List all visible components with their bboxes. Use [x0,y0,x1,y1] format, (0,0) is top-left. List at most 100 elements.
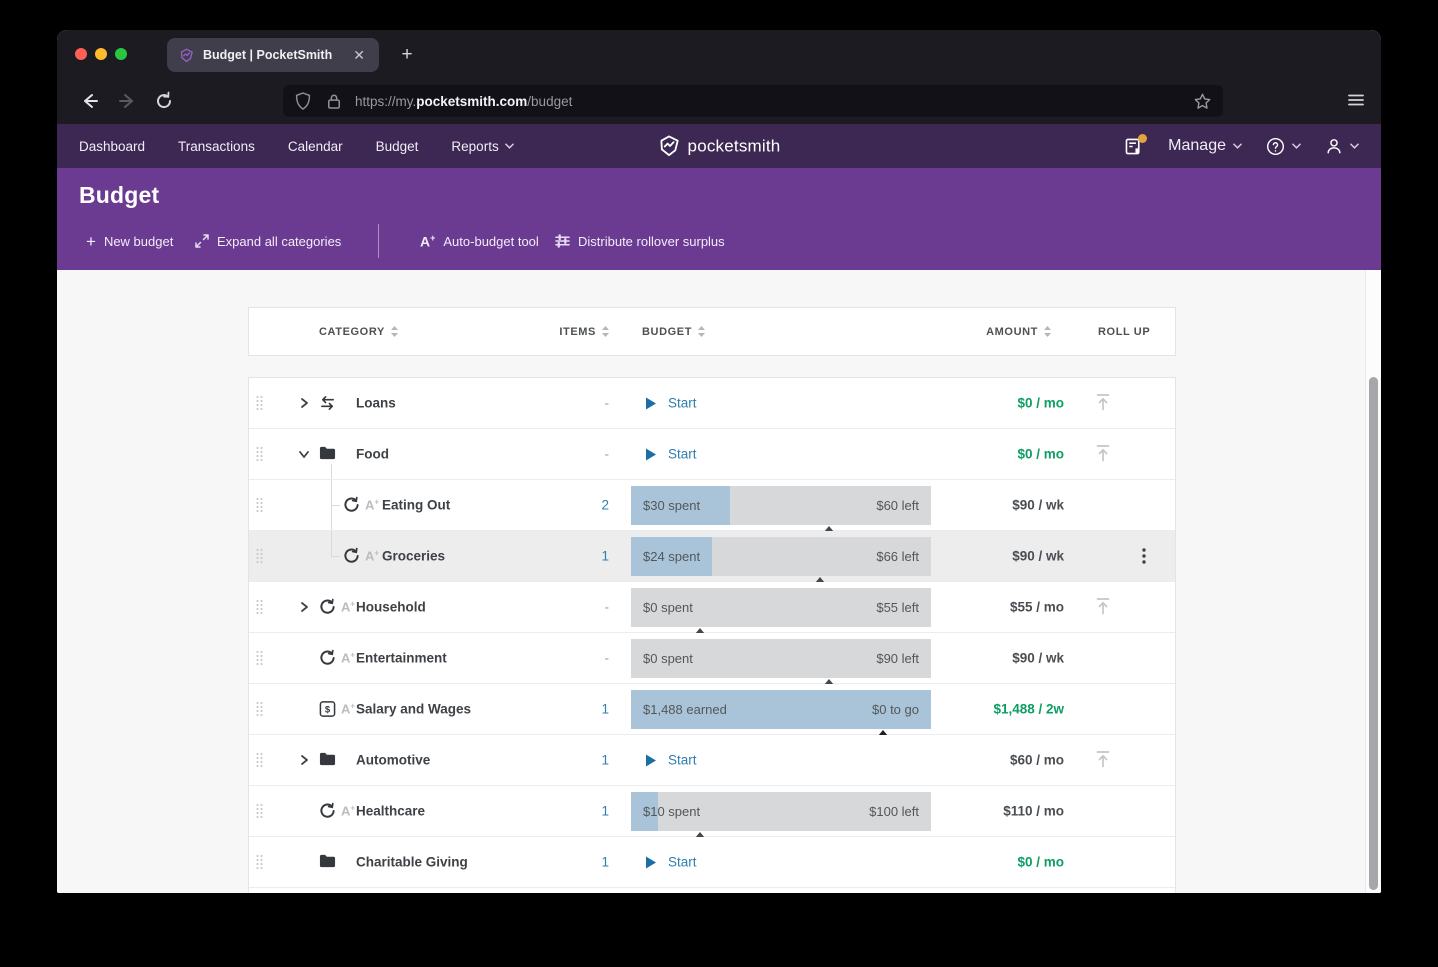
drag-handle-icon[interactable] [256,753,263,768]
drag-handle-icon[interactable] [256,855,263,870]
new-tab-button[interactable]: + [395,44,419,68]
back-arrow-icon[interactable] [80,91,100,111]
budget-start-link[interactable]: Start [646,396,697,411]
expand-chevron-icon[interactable] [298,397,310,409]
category-name[interactable]: Salary and Wages [356,702,471,717]
category-name[interactable]: Healthcare [356,804,425,819]
table-row[interactable]: $ Loans - Start $0 / mo [249,378,1175,429]
table-row[interactable]: $ A+ Entertainment - $0 spent $90 left $… [249,633,1175,684]
budget-progress-bar[interactable]: $0 spent $90 left [631,639,931,678]
drag-handle-icon[interactable] [256,498,263,513]
forward-arrow-icon[interactable] [117,91,137,111]
page-scrollbar[interactable] [1365,270,1381,893]
news-feed-icon[interactable] [1125,138,1144,155]
browser-tab-bar: Budget | PocketSmith ✕ + [57,30,1381,78]
category-name[interactable]: Household [356,600,426,615]
column-header-amount[interactable]: AMOUNT [939,308,1051,355]
category-icon: $ [343,497,360,514]
expand-chevron-icon[interactable] [298,754,310,766]
table-row[interactable]: $ A+ Eating Out 2 $30 spent $60 left $90… [249,480,1175,531]
browser-tab[interactable]: Budget | PocketSmith ✕ [167,38,379,72]
amount-value: $90 / wk [939,498,1064,513]
auto-budget-badge-icon: A+ [341,701,355,716]
items-count: - [549,396,609,411]
budget-start-link[interactable]: Start [646,855,697,870]
table-row[interactable]: $ A+ Household - $0 spent $55 left $55 /… [249,582,1175,633]
distribute-rollover-surplus-button[interactable]: Distribute rollover surplus [555,230,725,252]
category-icon: $ [319,701,336,718]
column-header-budget[interactable]: BUDGET [642,308,705,355]
budget-progress-bar[interactable]: $0 spent $55 left [631,588,931,627]
expand-chevron-icon[interactable] [298,601,310,613]
window-close-button[interactable] [75,48,87,60]
budget-progress-bar[interactable]: $10 spent $100 left [631,792,931,831]
menu-hamburger-icon[interactable] [1347,91,1365,109]
expand-chevron-icon[interactable] [298,448,310,460]
category-name[interactable]: Eating Out [382,498,450,513]
table-row[interactable]: $ Food - Start $0 / mo [249,429,1175,480]
tab-close-icon[interactable]: ✕ [349,46,369,64]
scrollbar-thumb[interactable] [1369,377,1378,890]
nav-item-calendar[interactable]: Calendar [288,139,343,154]
pocketsmith-logo[interactable]: pocketsmith [658,135,781,158]
nav-item-reports[interactable]: Reports [451,139,513,154]
nav-item-budget[interactable]: Budget [376,139,419,154]
rollup-icon[interactable] [1095,750,1113,770]
drag-handle-icon[interactable] [256,651,263,666]
category-name[interactable]: Groceries [382,549,445,564]
budget-spent-label: $10 spent [643,792,700,831]
budget-start-link[interactable]: Start [646,753,697,768]
url-text[interactable]: https://my.pocketsmith.com/budget [355,94,1194,109]
window-minimize-button[interactable] [95,48,107,60]
nav-item-transactions[interactable]: Transactions [178,139,255,154]
tracking-shield-icon[interactable] [295,92,311,110]
drag-handle-icon[interactable] [256,396,263,411]
column-header-category[interactable]: CATEGORY [319,308,398,355]
sort-icon[interactable] [602,326,609,337]
budget-progress-bar[interactable]: $1,488 earned $0 to go [631,690,931,729]
drag-handle-icon[interactable] [256,702,263,717]
rollover-icon [319,599,336,616]
table-row[interactable]: $ Automotive 1 Start $60 / mo [249,735,1175,786]
kebab-menu-icon[interactable] [1142,548,1156,564]
budget-left-label: $55 left [876,588,919,627]
table-row[interactable]: $ A+ Salary and Wages 1 $1,488 earned $0… [249,684,1175,735]
lock-icon[interactable] [327,93,341,109]
drag-handle-icon[interactable] [256,804,263,819]
manage-menu[interactable]: Manage [1168,137,1242,155]
category-name[interactable]: Entertainment [356,651,447,666]
bookmark-star-icon[interactable] [1194,93,1211,110]
new-budget-button[interactable]: +New budget [86,230,173,252]
budget-progress-bar[interactable]: $30 spent $60 left [631,486,931,525]
table-row[interactable]: $ Charitable Giving 1 Start $0 / mo [249,837,1175,888]
user-menu[interactable] [1325,137,1359,155]
expand-all-categories-button[interactable]: Expand all categories [195,230,341,252]
category-name[interactable]: Food [356,447,389,462]
sort-icon[interactable] [698,326,705,337]
rollup-icon[interactable] [1095,444,1113,464]
drag-handle-icon[interactable] [256,549,263,564]
sort-icon[interactable] [1044,326,1051,337]
budget-progress-bar[interactable]: $24 spent $66 left [631,537,931,576]
url-bar[interactable]: https://my.pocketsmith.com/budget [283,85,1223,117]
nav-item-dashboard[interactable]: Dashboard [79,139,145,154]
category-name[interactable]: Loans [356,396,396,411]
help-menu[interactable] [1266,137,1301,156]
logo-text: pocketsmith [688,136,781,156]
category-name[interactable]: Charitable Giving [356,855,468,870]
sort-icon[interactable] [391,326,398,337]
reload-icon[interactable] [154,91,174,111]
rollover-icon [343,497,360,514]
rollup-icon[interactable] [1095,393,1113,413]
window-zoom-button[interactable] [115,48,127,60]
category-name[interactable]: Automotive [356,753,430,768]
column-header-items[interactable]: ITEMS [537,308,609,355]
drag-handle-icon[interactable] [256,600,263,615]
table-row[interactable]: $ A+ Groceries 1 $24 spent $66 left $90 … [249,531,1175,582]
rollup-icon[interactable] [1095,597,1113,617]
chevron-down-icon [1350,143,1359,149]
budget-start-link[interactable]: Start [646,447,697,462]
drag-handle-icon[interactable] [256,447,263,462]
table-row[interactable]: $ A+ Healthcare 1 $10 spent $100 left $1… [249,786,1175,837]
auto-budget-tool-button[interactable]: A+Auto-budget tool [420,230,539,252]
